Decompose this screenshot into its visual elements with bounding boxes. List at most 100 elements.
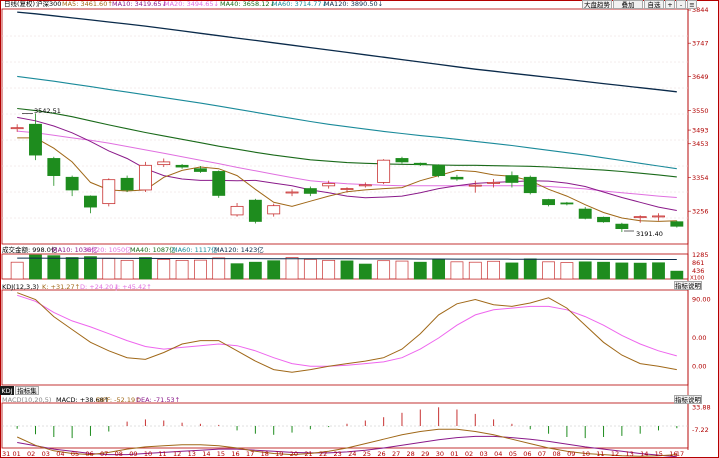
candle-down bbox=[523, 176, 537, 194]
volume-bar-up bbox=[102, 258, 116, 280]
volume-bar-up bbox=[10, 261, 24, 280]
date-tick-label: 10 bbox=[582, 450, 590, 458]
volume-bar-up bbox=[120, 259, 134, 280]
kdj-params-button[interactable]: 指标说明 bbox=[674, 281, 702, 290]
volume-bar-down bbox=[652, 262, 665, 280]
macd-diff: DIFF: -52.19↑ bbox=[96, 396, 141, 404]
macd-histogram bbox=[2, 407, 688, 439]
candle-down bbox=[395, 158, 409, 163]
candle-up bbox=[267, 205, 281, 215]
panel-border-2 bbox=[1, 289, 689, 386]
tab-indicator-set[interactable]: 指标集 bbox=[15, 386, 39, 395]
volume-bar-down bbox=[578, 261, 592, 280]
date-tick-label: 03 bbox=[42, 450, 50, 458]
date-tick-label: 28 bbox=[407, 450, 415, 458]
date-tick-label: 29 bbox=[421, 450, 429, 458]
volume-bar-up bbox=[542, 261, 555, 280]
volume-bar-up bbox=[468, 261, 482, 280]
kdj-k-line bbox=[17, 292, 677, 373]
zoom-in-button[interactable]: + bbox=[665, 0, 675, 9]
kdj-axis: 90.00 0.00 0.00 bbox=[692, 296, 711, 371]
macd-params-button[interactable]: 指标说明 bbox=[674, 395, 702, 404]
volume-bar-up bbox=[395, 260, 409, 280]
date-tick-label: 15 bbox=[217, 450, 225, 458]
volume-bar-down bbox=[597, 261, 610, 280]
date-tick-label: 07 bbox=[538, 450, 546, 458]
volume-tick-label: 1285 bbox=[692, 251, 709, 259]
date-tick-label: 09 bbox=[129, 450, 137, 458]
volume-tick-label: 861 bbox=[692, 259, 704, 267]
price-tick-label: 3354 bbox=[692, 174, 709, 182]
macd-axis: 33.88-7.22 bbox=[692, 404, 711, 435]
candle-down bbox=[120, 177, 134, 191]
date-tick-label: 01 bbox=[450, 450, 458, 458]
macd-legend: MACD(10,20,5) MACD: +38.68↑ DIFF: -52.19… bbox=[2, 396, 180, 404]
volume-bar-up bbox=[303, 259, 317, 280]
low-price-label: 3191.40 bbox=[636, 230, 663, 238]
date-tick-label: 12 bbox=[173, 450, 181, 458]
candle-down bbox=[248, 199, 262, 222]
volume-bar-down bbox=[230, 263, 244, 280]
kdj-legend: KDJ(12,3,3) K: +31.27↑ D: +24.20↓ J: +45… bbox=[2, 283, 152, 291]
volume-bar-down bbox=[267, 260, 281, 280]
ma20-legend: MA20: 3494.65↓ bbox=[164, 0, 219, 8]
candlesticks bbox=[10, 113, 684, 233]
price-tick-label: 3649 bbox=[692, 73, 709, 81]
candle-down bbox=[615, 223, 629, 230]
panel-border-3 bbox=[1, 402, 689, 449]
menu-button[interactable]: ≡ bbox=[687, 0, 697, 9]
candle-down bbox=[560, 202, 574, 205]
self-select-button[interactable]: 自选 bbox=[644, 0, 664, 9]
kdj-d-line bbox=[17, 294, 677, 367]
candle-up bbox=[358, 184, 372, 187]
kdj-tick-label: 0.00 bbox=[692, 334, 706, 342]
chart-frame bbox=[0, 0, 719, 458]
volume-bar-down bbox=[340, 260, 354, 280]
volume-bar-up bbox=[560, 262, 574, 280]
macd-tick-label: -7.22 bbox=[692, 426, 709, 434]
kdj-k-legend: K: +31.27↑ bbox=[42, 283, 80, 291]
ma5-line bbox=[17, 137, 677, 222]
date-tick-label: 04 bbox=[494, 450, 502, 458]
candle-down bbox=[578, 208, 592, 219]
overlay-button[interactable]: 叠加 bbox=[613, 0, 643, 9]
volume-bar-down bbox=[84, 256, 97, 280]
candle-up bbox=[487, 182, 501, 184]
zoom-out-button[interactable]: - bbox=[676, 0, 686, 9]
date-tick-label: 12 bbox=[611, 450, 619, 458]
volume-bar-up bbox=[212, 257, 226, 280]
date-tick-label: 02 bbox=[27, 450, 35, 458]
market-trend-button[interactable]: 大盘趋势 bbox=[582, 0, 612, 9]
date-tick-label: 03 bbox=[480, 450, 488, 458]
date-axis: 31 01 02 03 04 05 06 07 08 09 10 11 12 13 14 15 16 17 18 19… bbox=[2, 450, 684, 458]
date-tick-label: 04 bbox=[56, 450, 64, 458]
volume-axis: 1285861436X100 bbox=[690, 251, 709, 281]
price-tick-label: 3493 bbox=[692, 126, 709, 134]
index-name: 沪深300 bbox=[36, 0, 61, 8]
volume-bar-down bbox=[358, 263, 372, 280]
ma60-legend: MA60: 3714.77↓ bbox=[272, 0, 327, 8]
date-tick-label: 13 bbox=[188, 450, 196, 458]
volume-ma-line bbox=[17, 257, 677, 260]
date-tick-label: 20 bbox=[290, 450, 298, 458]
kdj-d-legend: D: +24.20↓ bbox=[80, 283, 119, 291]
candle-up bbox=[285, 191, 299, 194]
price-legend: 日线(复权) 沪深300 MA5: 3461.60↑ MA10: 3419.65… bbox=[4, 0, 383, 8]
volume-bar-down bbox=[615, 262, 629, 280]
volume-bar-up bbox=[175, 259, 189, 280]
date-tick-label: 11 bbox=[158, 450, 166, 458]
date-tick-label: 17 bbox=[676, 450, 684, 458]
volume-bar-up bbox=[377, 260, 391, 280]
tab-kdj[interactable]: KDJ bbox=[0, 386, 14, 395]
date-tick-label: 08 bbox=[115, 450, 123, 458]
date-tick-label: 08 bbox=[552, 450, 560, 458]
candle-up bbox=[633, 216, 647, 219]
kdj-lines bbox=[17, 292, 677, 373]
date-tick-label: 05 bbox=[71, 450, 79, 458]
date-tick-label: 09 bbox=[567, 450, 575, 458]
candle-up bbox=[157, 161, 171, 166]
candle-down bbox=[413, 162, 427, 166]
candle-down bbox=[193, 168, 207, 172]
volume-bar-up bbox=[285, 257, 299, 280]
ma40-line bbox=[17, 107, 677, 178]
